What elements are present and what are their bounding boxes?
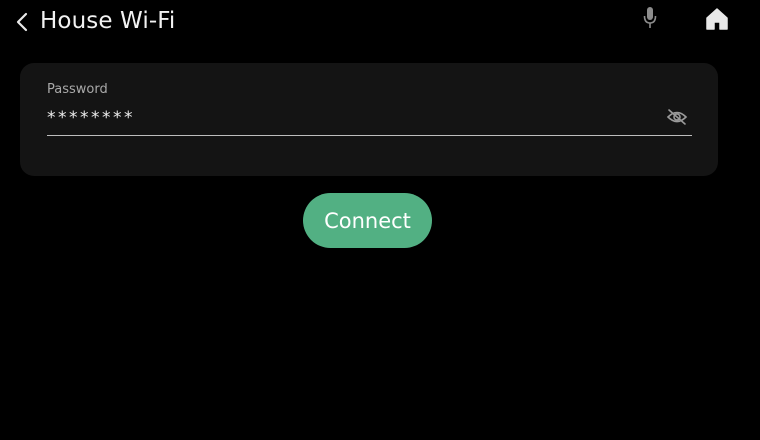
header-bar: House Wi-Fi	[0, 0, 760, 44]
password-field[interactable]	[47, 103, 657, 133]
home-button[interactable]	[702, 4, 732, 34]
microphone-button[interactable]	[638, 4, 662, 32]
connect-button[interactable]: Connect	[303, 193, 432, 248]
page-title: House Wi-Fi	[40, 8, 176, 34]
password-label: Password	[47, 82, 108, 97]
password-field-underline	[47, 135, 692, 136]
eye-off-icon	[666, 109, 688, 125]
microphone-icon	[643, 7, 657, 28]
wifi-password-screen: House Wi-Fi Password Connect	[0, 0, 760, 440]
toggle-password-visibility-button[interactable]	[664, 105, 690, 129]
back-button[interactable]	[8, 6, 36, 38]
home-icon	[706, 8, 728, 30]
password-card: Password	[20, 63, 718, 176]
chevron-left-icon	[16, 12, 28, 32]
